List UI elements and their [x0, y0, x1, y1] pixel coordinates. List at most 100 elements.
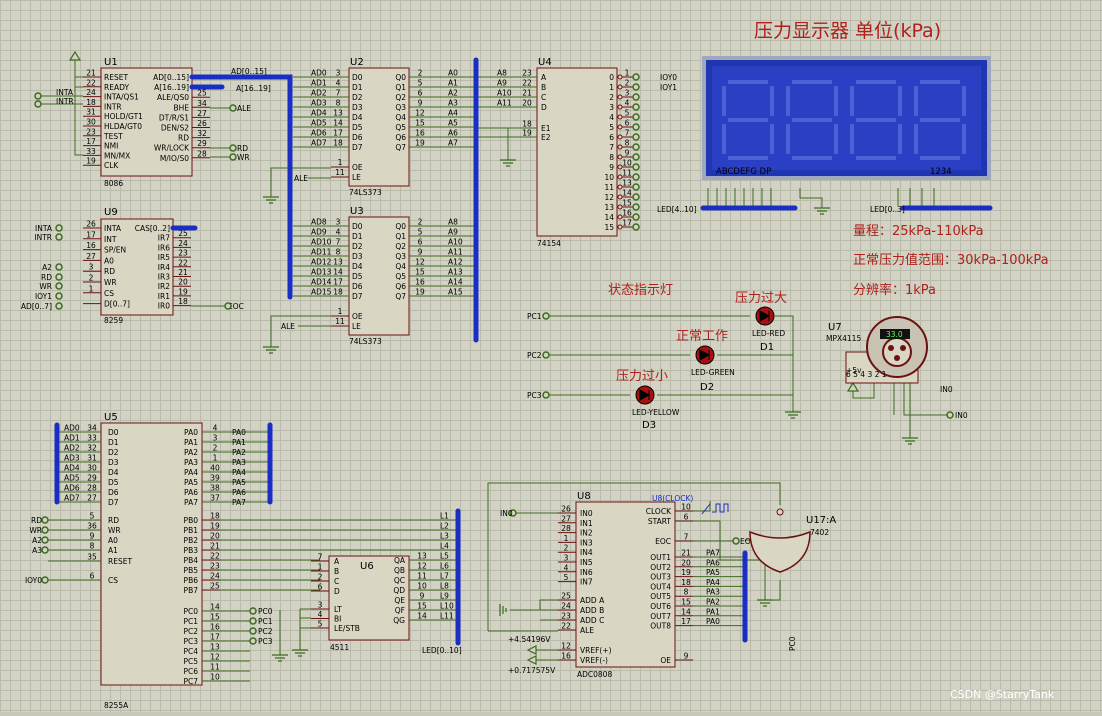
u1-pin-name: ALE/QS0 [157, 93, 189, 102]
u2-pin-number: 13 [333, 109, 343, 118]
u5-pin-name: PC2 [183, 627, 198, 636]
schematic-drawing: 压力显示器 单位(kPa) 状态指示灯 量程：25kPa-110kPa 正常压力… [21, 20, 1055, 710]
u9-left-terminal[interactable] [55, 263, 63, 271]
u4-out-terminal[interactable] [632, 123, 640, 131]
rd-terminal[interactable] [229, 144, 237, 152]
u17-nor-gate[interactable]: U17:A 7402 [749, 508, 836, 573]
u4-out-terminal[interactable] [632, 93, 640, 101]
u5-pin-name: D3 [108, 458, 119, 467]
u5-pin-number: 34 [87, 424, 97, 433]
u4-pin-number: 5 [625, 109, 630, 118]
u9-pin-number: 2 [89, 274, 94, 283]
u4-pin-name: E2 [541, 133, 551, 142]
u1-pin-name: RESET [104, 73, 128, 82]
eoc-u9-terminal[interactable] [224, 302, 232, 310]
u4-out-terminal[interactable] [632, 163, 640, 171]
inta-terminal[interactable] [34, 92, 42, 100]
u8-pin-number: 8 [684, 588, 689, 597]
u9-pin-name: IR7 [158, 234, 170, 243]
u6-net-out: L10 [440, 602, 454, 611]
u9-left-terminal[interactable] [55, 273, 63, 281]
u2-pin-number: 1 [338, 158, 343, 167]
schematic-canvas: { "title": "压力显示器 单位(kPa)", "watermark":… [0, 0, 1102, 712]
u5-ctrl-terminal[interactable] [41, 576, 49, 584]
u9-net-left: AD[0..7] [21, 302, 52, 311]
u3-74ls373[interactable]: U3 74LS373 3 D0 AD8 4 D1 AD9 7 D2 AD10 8 D3 AD1113 D… [293, 206, 476, 346]
u5-ctrl-terminal[interactable] [41, 536, 49, 544]
u5-pin-number: 9 [90, 532, 95, 541]
u9-pin-name: IR5 [158, 253, 170, 262]
net-intr: INTR [56, 97, 74, 106]
u5-pc-terminal[interactable] [249, 607, 257, 615]
u4-74154[interactable]: U4 74154 A8 23 AA9 22 BA10 21 CA11 20 D18 E119 E20… [476, 57, 640, 248]
spec-resolution: 分辨率：1kPa [853, 282, 936, 298]
u4-out-terminal[interactable] [632, 153, 640, 161]
u4-out-terminal[interactable] [632, 203, 640, 211]
u9-8259[interactable]: U9 8259 26 INTA 17 INT 16 SP/EN 27 A0 3 RD 2 WR 1 CS D… [83, 207, 191, 325]
u9-pin-number: 1 [89, 284, 94, 293]
u5-ctrl-terminal[interactable] [41, 546, 49, 554]
u5-pc-terminal[interactable] [249, 627, 257, 635]
u2-74ls373[interactable]: U2 74LS373 3 D0 AD0 4 D1 AD1 7 D2 AD2 8 D3 AD3 13 D4 A… [293, 57, 476, 197]
u5-pc-terminal[interactable] [249, 637, 257, 645]
u4-out-terminal[interactable] [632, 113, 640, 121]
pc1-terminal[interactable] [542, 312, 550, 320]
u9-left-terminal[interactable] [55, 302, 63, 310]
u2-net-out: A3 [448, 99, 458, 108]
u2-pin-name: Q6 [395, 133, 406, 142]
u1-pin-number: 31 [86, 108, 96, 117]
u4-pin-number: 20 [522, 99, 532, 108]
in0-sensor-terminal[interactable] [946, 411, 954, 419]
ale-terminal[interactable] [229, 104, 237, 112]
u4-out-terminal[interactable] [632, 213, 640, 221]
u4-out-terminal[interactable] [632, 83, 640, 91]
intr-terminal[interactable] [34, 100, 42, 108]
u5-ctrl-terminal[interactable] [41, 516, 49, 524]
u6-net-out: L6 [440, 562, 449, 571]
u5-pin-number: 19 [210, 522, 220, 531]
u5-net-in: AD3 [64, 454, 80, 463]
u8-adc0808[interactable]: U8 ADC0808 26 IN0 IN0 27 IN1 28 IN2 1 IN3 2 IN4 3 IN… [500, 491, 745, 679]
u6-pin-name: QE [394, 596, 405, 605]
u4-out-terminal[interactable] [632, 143, 640, 151]
u5-pin-number: 33 [87, 434, 97, 443]
led-yellow[interactable]: 压力过小 LED-YELLOW D3 [616, 369, 680, 431]
u4-out-terminal[interactable] [632, 183, 640, 191]
u9-left-terminal[interactable] [55, 292, 63, 300]
u4-pin-number: 16 [622, 209, 632, 218]
u2-pin-number: 14 [333, 119, 343, 128]
pressure-sensor[interactable]: 33.0 U7 MPX4115 6 5 4 3 2 1 +5v [826, 316, 928, 384]
u2-pin-name: Q0 [395, 73, 406, 82]
u4-out-terminal[interactable] [632, 223, 640, 231]
u4-out-terminal[interactable] [632, 73, 640, 81]
wr-terminal[interactable] [229, 153, 237, 161]
u4-out-terminal[interactable] [632, 133, 640, 141]
u6-pin-number: 4 [318, 610, 323, 619]
u5-pc-terminal[interactable] [249, 617, 257, 625]
u9-left-terminal[interactable] [55, 233, 63, 241]
u1-pin-number: 26 [197, 119, 207, 128]
u6-4511[interactable]: U6 4511 7 A1 B2 C6 D3 LT4 BI5 LE/STB13QA L512QB L… [311, 552, 458, 653]
u4-pin-name: 9 [609, 163, 614, 172]
u6-pin-name: QG [393, 616, 405, 625]
u1-pin-number: 30 [86, 118, 96, 127]
u5-net-in: AD7 [64, 494, 80, 503]
pc2-terminal[interactable] [542, 351, 550, 359]
u4-out-terminal[interactable] [632, 103, 640, 111]
u5-pin-number: 32 [87, 444, 97, 453]
eoc-u8-terminal[interactable] [732, 537, 740, 545]
u2-net-in: AD2 [311, 89, 327, 98]
u4-out-terminal[interactable] [632, 173, 640, 181]
u5-ctrl-terminal[interactable] [41, 526, 49, 534]
u9-pin-number: 18 [178, 297, 188, 306]
u1-pin-name: INTA/QS1 [104, 93, 139, 102]
led-green[interactable]: 正常工作 LED-GREEN D2 [676, 329, 735, 393]
pc3-terminal[interactable] [542, 391, 550, 399]
u3-pin-name: Q3 [395, 252, 406, 261]
led-red[interactable]: 压力过大 LED-RED D1 [735, 291, 787, 353]
u6-pin-name: B [334, 567, 339, 576]
u9-left-terminal[interactable] [55, 282, 63, 290]
u4-net-in: A8 [497, 69, 507, 78]
u4-out-terminal[interactable] [632, 193, 640, 201]
u9-left-terminal[interactable] [55, 224, 63, 232]
